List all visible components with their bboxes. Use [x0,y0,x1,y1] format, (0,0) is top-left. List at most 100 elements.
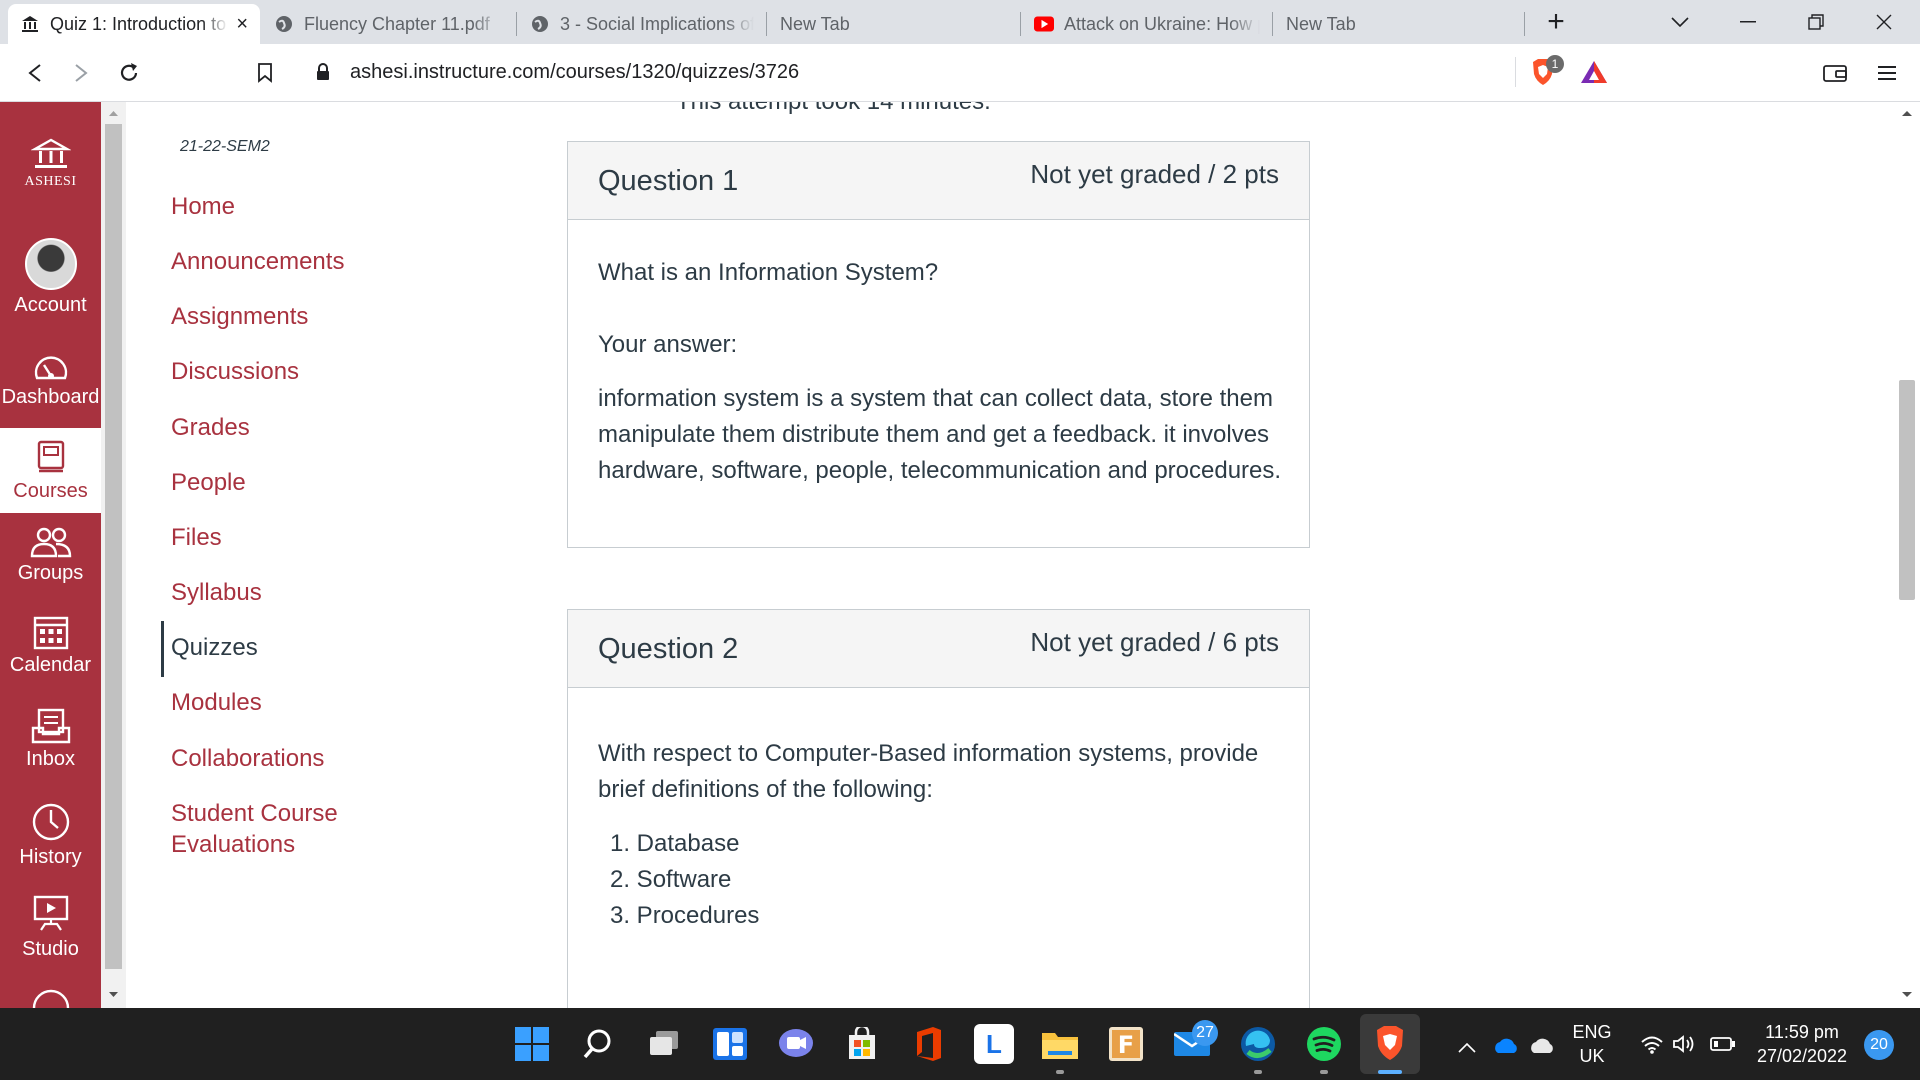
gnav-account[interactable]: Account [0,238,101,317]
clock-date: 27/02/2022 [1756,1046,1848,1066]
course-nav-announcements[interactable]: Announcements [171,246,431,277]
course-nav-syllabus[interactable]: Syllabus [171,577,431,608]
course-nav-grades[interactable]: Grades [171,412,431,443]
f-app-icon[interactable]: F [1106,1024,1146,1064]
scroll-down-icon [109,992,118,997]
clock[interactable]: 11:59 pm 27/02/2022 [1750,1020,1854,1068]
question-header: Question 2 Not yet graded / 6 pts [568,610,1309,688]
address-bar[interactable]: ashesi.instructure.com/courses/1320/quiz… [300,51,1625,93]
region-code: UK [1579,1046,1605,1066]
course-nav-home[interactable]: Home [171,191,431,222]
page-scrollbar[interactable] [1894,102,1920,1008]
gnav-studio[interactable]: Studio [0,894,101,961]
scrollbar-thumb[interactable] [105,124,122,969]
gnav-help[interactable] [0,988,101,1008]
minimize-icon[interactable] [1718,0,1778,44]
calendar-icon [33,616,68,650]
wallet-icon[interactable] [1820,58,1850,88]
tab-new-tab[interactable]: New Tab [768,4,1018,44]
spotify-icon[interactable] [1304,1024,1344,1064]
running-indicator [1320,1070,1328,1074]
restore-icon[interactable] [1786,0,1846,44]
scroll-up-icon [1902,111,1912,116]
microsoft-store-icon[interactable] [842,1024,882,1064]
scroll-down-icon [1902,992,1912,997]
clock-icon [32,803,69,841]
windows-taskbar: L F 27 ENG UK 11:59 pm 27/02/2022 20 [0,1008,1920,1080]
tab-new-tab-2[interactable]: New Tab [1274,4,1524,44]
back-icon[interactable] [20,58,50,88]
menu-icon[interactable] [1872,58,1902,88]
lock-icon [316,63,330,86]
course-nav-people[interactable]: People [171,467,431,498]
question-text: With respect to Computer-Based informati… [598,740,1259,803]
widgets-icon[interactable] [710,1024,750,1064]
edge-icon[interactable] [1238,1024,1278,1064]
studio-icon [33,895,68,931]
tab-quiz[interactable]: Quiz 1: Introduction to Information Syst… [8,4,260,44]
input-language[interactable]: ENG UK [1572,1020,1612,1068]
gnav-label: Inbox [26,748,75,770]
question-text: What is an Information System? [598,259,939,286]
global-nav-scrollbar[interactable] [101,102,126,1008]
reload-icon[interactable] [114,58,144,88]
globe-icon [274,14,294,34]
gnav-history[interactable]: History [0,802,101,869]
new-tab-button[interactable]: + [1526,0,1586,44]
courses-icon [37,440,64,473]
gnav-groups[interactable]: Groups [0,526,101,585]
forward-icon[interactable] [66,58,96,88]
course-nav-discussions[interactable]: Discussions [171,356,431,387]
onedrive-personal-icon[interactable] [1528,1036,1556,1059]
wifi-icon[interactable] [1640,1034,1664,1059]
tab-fluency-pdf[interactable]: Fluency Chapter 11.pdf [262,4,514,44]
logo-text: ASHESI [24,174,77,189]
svg-text:F: F [1118,1031,1134,1059]
ashesi-logo[interactable]: ASHESI [0,138,101,190]
active-indicator [161,621,164,677]
gnav-label: Courses [13,480,88,502]
inbox-icon [31,708,70,744]
course-nav-quizzes[interactable]: Quizzes [171,632,431,663]
bookmark-icon[interactable] [250,58,280,88]
course-nav-modules[interactable]: Modules [171,687,431,718]
notification-count-badge[interactable]: 20 [1864,1030,1894,1060]
letter-l-app-icon[interactable]: L [974,1024,1014,1064]
tab-search-chevron-icon[interactable] [1650,0,1710,44]
attempt-duration: This attempt took 14 minutes. [676,102,991,116]
list-item: 3. Procedures [610,902,760,929]
file-explorer-icon[interactable] [1040,1024,1080,1064]
close-window-icon[interactable] [1854,0,1914,44]
course-nav-files[interactable]: Files [171,522,431,553]
tab-separator [1272,12,1273,36]
course-nav-student-course-evaluations[interactable]: Student Course Evaluations [171,798,371,860]
global-navigation: ASHESI Account Dashboard Courses Groups … [0,102,101,1008]
gnav-label: Dashboard [1,386,100,408]
course-nav-collaborations[interactable]: Collaborations [171,743,431,774]
onedrive-icon[interactable] [1492,1036,1520,1059]
show-hidden-icons-chevron-icon[interactable] [1458,1040,1476,1058]
brave-browser-icon[interactable] [1370,1024,1410,1064]
task-view-icon[interactable] [644,1024,684,1064]
gnav-calendar[interactable]: Calendar [0,614,101,677]
gnav-dashboard[interactable]: Dashboard [0,352,101,409]
gnav-label: History [19,846,82,868]
close-tab-icon[interactable]: × [236,13,248,36]
course-nav-assignments[interactable]: Assignments [171,301,431,332]
mail-count-badge: 27 [1192,1020,1218,1046]
office-icon[interactable] [908,1024,948,1064]
tab-youtube[interactable]: Attack on Ukraine: How powerful [1022,4,1272,44]
search-icon[interactable] [578,1024,618,1064]
question-points: Not yet graded / 6 pts [1030,627,1279,657]
brave-rewards-icon[interactable] [1580,60,1608,89]
scrollbar-thumb[interactable] [1899,380,1915,600]
volume-icon[interactable] [1672,1034,1696,1059]
battery-icon[interactable] [1710,1036,1736,1057]
tab-social-implications[interactable]: 3 - Social Implications of IT [518,4,766,44]
tab-title: New Tab [1286,13,1356,34]
windows-start-icon[interactable] [512,1024,552,1064]
gnav-courses[interactable]: Courses [0,428,101,513]
question-points: Not yet graded / 2 pts [1030,159,1279,189]
gnav-inbox[interactable]: Inbox [0,708,101,771]
teams-chat-icon[interactable] [776,1024,816,1064]
